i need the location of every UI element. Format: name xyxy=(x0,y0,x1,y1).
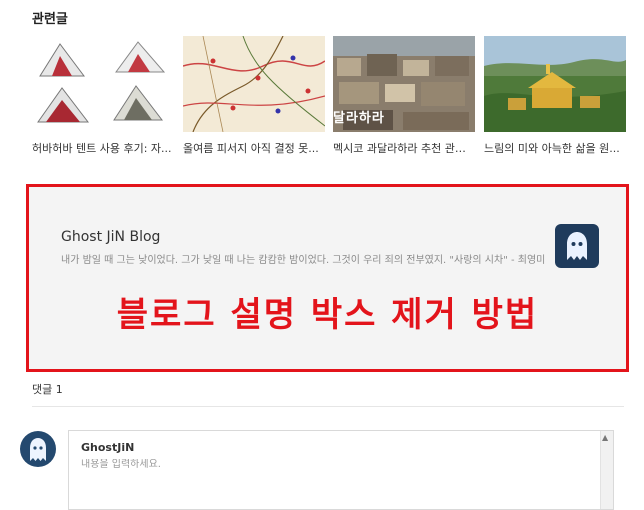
related-posts-title: 관련글 xyxy=(32,12,68,27)
related-post-caption[interactable]: 올여름 피서지 아직 결정 못... xyxy=(183,140,325,156)
ghost-icon xyxy=(567,232,587,260)
related-post-card[interactable]: 달라하라 멕시코 과달라하라 추천 관광... xyxy=(333,36,475,156)
related-post-thumbnail[interactable] xyxy=(32,36,174,132)
photo-caption-overlay: 달라하라 xyxy=(333,111,385,126)
related-post-card[interactable]: 올여름 피서지 아직 결정 못... xyxy=(183,36,325,156)
tutorial-overlay-title: 블로그 설명 박스 제거 방법 xyxy=(116,295,539,335)
divider xyxy=(32,406,624,407)
related-post-thumbnail[interactable] xyxy=(183,36,325,132)
related-post-caption[interactable]: 허바허바 텐트 사용 후기: 자... xyxy=(32,140,174,156)
related-post-caption[interactable]: 느림의 미와 아늑한 삶을 원... xyxy=(484,140,626,156)
ghost-icon xyxy=(30,438,46,461)
blog-description-box: Ghost JiN Blog 내가 밤일 때 그는 낮이었다. 그가 낮일 때 … xyxy=(26,184,629,372)
temple-landscape-image xyxy=(484,36,626,132)
scroll-up-arrow-icon[interactable]: ▲ xyxy=(602,433,608,442)
scrollbar[interactable]: ▲ xyxy=(600,431,613,509)
related-post-card[interactable]: 느림의 미와 아늑한 삶을 원... xyxy=(484,36,626,156)
related-post-caption[interactable]: 멕시코 과달라하라 추천 관광... xyxy=(333,140,475,156)
blog-title[interactable]: Ghost JiN Blog xyxy=(61,229,160,245)
blog-description: 내가 밤일 때 그는 낮이었다. 그가 낮일 때 나는 캄캄한 밤이었다. 그것… xyxy=(61,255,546,266)
related-post-thumbnail[interactable] xyxy=(484,36,626,132)
map-image xyxy=(183,36,325,132)
comment-author-name: GhostJiN xyxy=(81,441,135,454)
related-post-thumbnail[interactable]: 달라하라 xyxy=(333,36,475,132)
related-post-card[interactable]: 허바허바 텐트 사용 후기: 자... xyxy=(32,36,174,156)
avatar xyxy=(20,431,56,467)
comment-count: 댓글 1 xyxy=(32,383,63,396)
comment-form: GhostJiN ▲ xyxy=(68,430,614,510)
blog-avatar[interactable] xyxy=(555,224,599,268)
comment-input[interactable] xyxy=(81,459,581,470)
